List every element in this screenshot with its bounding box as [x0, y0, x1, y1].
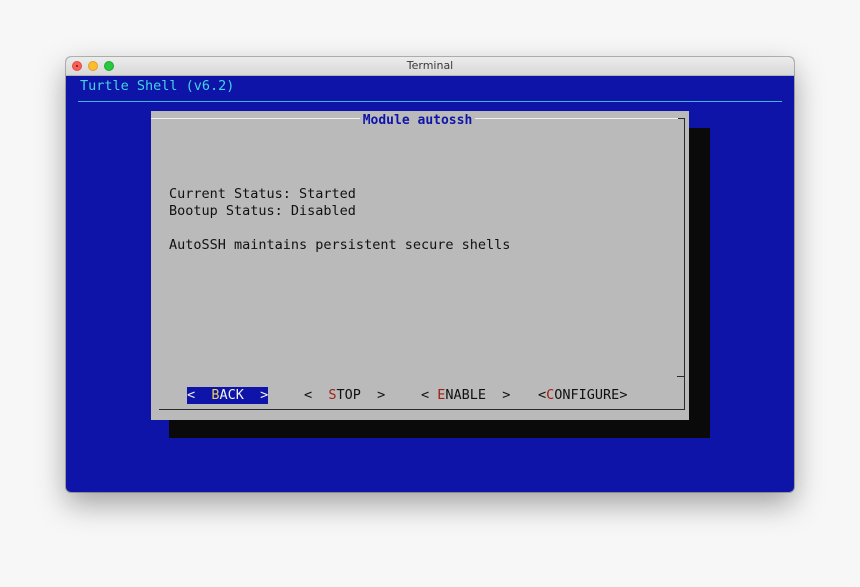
module-dialog: Module autossh Current Status: Started B… [151, 111, 689, 420]
back-button-open-bracket: < [187, 387, 212, 403]
bootup-status-text: Bootup Status: Disabled [169, 203, 356, 219]
enable-button-close-bracket: > [486, 387, 511, 403]
enable-button-open-bracket: < [421, 387, 438, 403]
dialog-frame-right [684, 118, 685, 410]
backtitle: Turtle Shell (v6.2) [80, 78, 235, 94]
configure-button-label: ONFIGURE [554, 387, 620, 403]
backtitle-divider [78, 101, 782, 102]
enable-button[interactable]: < ENABLE > [421, 387, 510, 404]
terminal-window: Terminal Turtle Shell (v6.2) Module auto… [66, 57, 794, 492]
window-titlebar[interactable]: Terminal [66, 57, 794, 76]
dialog-button-divider [677, 376, 685, 377]
enable-button-label: NABLE [445, 387, 487, 403]
stop-button-open-bracket: < [304, 387, 329, 403]
stop-button-label: TOP [336, 387, 361, 403]
configure-button-open-bracket: < [538, 387, 547, 403]
stop-button-close-bracket: > [360, 387, 386, 403]
configure-button[interactable]: <CONFIGURE> [538, 387, 627, 404]
module-description-text: AutoSSH maintains persistent secure shel… [169, 237, 511, 253]
stop-button-hotkey: S [328, 387, 337, 403]
back-button-close-bracket: > [243, 387, 269, 403]
back-button-hotkey: B [211, 387, 220, 403]
dialog-title-row: Module autossh [151, 111, 684, 129]
dialog-title: Module autossh [359, 113, 476, 128]
back-button-label: ACK [219, 387, 244, 403]
configure-button-close-bracket: > [619, 387, 628, 403]
window-title: Terminal [406, 59, 454, 72]
current-status-text: Current Status: Started [169, 186, 356, 202]
back-button[interactable]: < BACK > [187, 387, 269, 404]
stop-button[interactable]: < STOP > [304, 387, 385, 404]
dialog-frame-bottom [159, 409, 685, 410]
